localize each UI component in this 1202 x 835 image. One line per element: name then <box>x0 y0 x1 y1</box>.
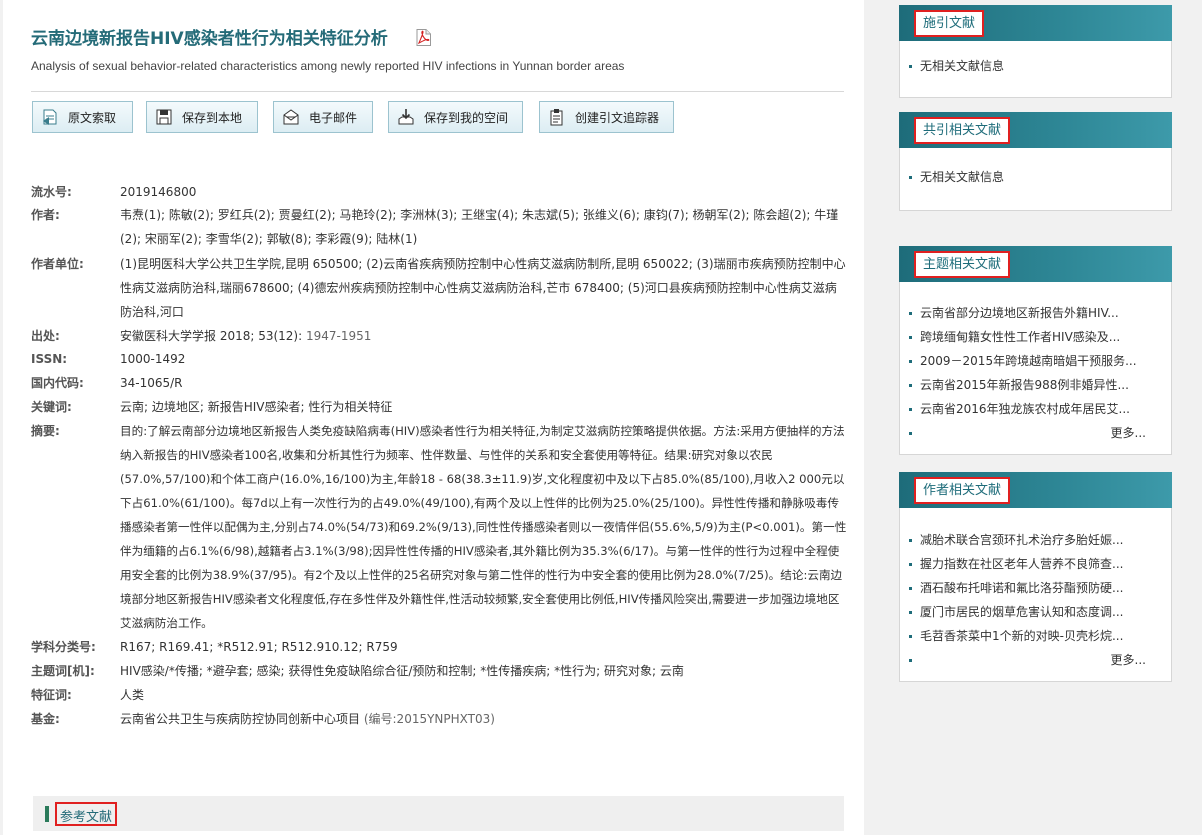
field-label: 特征词: <box>31 688 72 702</box>
field-label: 学科分类号: <box>31 640 96 654</box>
email-label: 电子邮件 <box>309 110 358 125</box>
field-label: 基金: <box>31 712 60 726</box>
panel-body: 减胎术联合宫颈环扎术治疗多胎妊娠... 握力指数在社区老年人营养不良筛查... … <box>899 508 1172 682</box>
citing-panel: 施引文献 无相关文献信息 <box>899 5 1172 98</box>
related-link[interactable]: 厦门市居民的烟草危害认知和态度调... <box>900 600 1171 624</box>
fund-name: 云南省公共卫生与疾病防控协同创新中心项目 <box>120 712 361 726</box>
panel-header: 施引文献 <box>899 5 1172 41</box>
related-link[interactable]: 云南省2016年独龙族农村成年居民艾... <box>900 397 1171 421</box>
list-item: 无相关文献信息 <box>900 165 1171 189</box>
english-subtitle: Analysis of sexual behavior-related char… <box>31 59 625 73</box>
field-value: 云南省公共卫生与疾病防控协同创新中心项目 (编号:2015YNPHXT03) <box>120 707 848 731</box>
divider <box>31 91 844 92</box>
document-request-icon <box>43 109 57 125</box>
author-related-panel: 作者相关文献 减胎术联合宫颈环扎术治疗多胎妊娠... 握力指数在社区老年人营养不… <box>899 472 1172 682</box>
subject-terms-list[interactable]: HIV感染/*传播; *避孕套; 感染; 获得性免疫缺陷综合征/预防和控制; *… <box>120 659 848 683</box>
field-label: 流水号: <box>31 185 72 199</box>
panel-body: 云南省部分边境地区新报告外籍HIV... 跨境缅甸籍女性性工作者HIV感染及..… <box>899 282 1172 455</box>
envelope-icon <box>283 109 299 125</box>
field-label: 主题词[机]: <box>31 664 95 678</box>
field-value: 34-1065/R <box>120 376 183 390</box>
more-row: ​更多... <box>900 421 1171 445</box>
field-label: ISSN: <box>31 352 68 366</box>
panel-header: 主题相关文献 <box>899 246 1172 282</box>
more-link[interactable]: 更多... <box>1111 648 1146 672</box>
fund-code: (编号:2015YNPHXT03) <box>360 712 495 726</box>
field-value: 2019146800 <box>120 185 197 199</box>
create-citation-tracker-button[interactable]: 创建引文追踪器 <box>539 101 674 133</box>
field-value: 人类 <box>120 688 145 702</box>
email-button[interactable]: 电子邮件 <box>273 101 373 133</box>
save-local-label: 保存到本地 <box>182 110 243 125</box>
cocited-panel: 共引相关文献 无相关文献信息 <box>899 112 1172 211</box>
field-label: 关键词: <box>31 400 72 414</box>
panel-header: 共引相关文献 <box>899 112 1172 148</box>
field-value: 1000-1492 <box>120 352 186 366</box>
related-link[interactable]: 2009－2015年跨境越南暗娼干预服务... <box>900 349 1171 373</box>
panel-header: 作者相关文献 <box>899 472 1172 508</box>
create-citation-tracker-label: 创建引文追踪器 <box>575 110 660 125</box>
related-link[interactable]: 握力指数在社区老年人营养不良筛查... <box>900 552 1171 576</box>
field-label: 国内代码: <box>31 376 84 390</box>
field-value: 安徽医科大学学报 2018; 53(12): 1947-1951 <box>120 324 848 348</box>
topic-related-title[interactable]: 主题相关文献 <box>914 251 1011 278</box>
references-section-header: 参考文献 <box>33 796 844 831</box>
field-label: 摘要: <box>31 424 60 438</box>
field-value: R167; R169.41; *R512.91; R512.910.12; R7… <box>120 640 398 654</box>
related-link[interactable]: 减胎术联合宫颈环扎术治疗多胎妊娠... <box>900 528 1171 552</box>
related-link[interactable]: 云南省2015年新报告988例非婚异性... <box>900 373 1171 397</box>
save-to-space-label: 保存到我的空间 <box>424 110 509 125</box>
authors-list[interactable]: 韦焘(1); 陈敏(2); 罗红兵(2); 贾曼红(2); 马艳玲(2); 李洲… <box>120 203 848 251</box>
references-title[interactable]: 参考文献 <box>55 802 118 826</box>
citing-title[interactable]: 施引文献 <box>914 10 985 37</box>
related-link[interactable]: 云南省部分边境地区新报告外籍HIV... <box>900 301 1171 325</box>
field-label: 作者: <box>31 208 60 222</box>
field-label: 作者单位: <box>31 257 84 271</box>
page-title: 云南边境新报告HIV感染者性行为相关特征分析 <box>31 29 388 49</box>
floppy-save-icon <box>156 109 172 125</box>
request-fulltext-button[interactable]: 原文索取 <box>32 101 133 133</box>
list-item: 无相关文献信息 <box>900 54 1171 78</box>
more-row: ​更多... <box>900 648 1171 672</box>
panel-body: 无相关文献信息 <box>899 148 1172 211</box>
topic-related-panel: 主题相关文献 云南省部分边境地区新报告外籍HIV... 跨境缅甸籍女性性工作者H… <box>899 246 1172 455</box>
abstract-text: 目的:了解云南部分边境地区新报告人类免疫缺陷病毒(HIV)感染者性行为相关特征,… <box>120 424 847 630</box>
pdf-icon[interactable] <box>416 29 431 46</box>
section-marker <box>45 806 49 822</box>
cocited-title[interactable]: 共引相关文献 <box>914 117 1011 144</box>
save-to-space-button[interactable]: 保存到我的空间 <box>388 101 523 133</box>
related-link[interactable]: 跨境缅甸籍女性性工作者HIV感染及... <box>900 325 1171 349</box>
field-value: (1)昆明医科大学公共卫生学院,昆明 650500; (2)云南省疾病预防控制中… <box>120 257 846 319</box>
save-local-button[interactable]: 保存到本地 <box>146 101 258 133</box>
related-link[interactable]: 毛苕香茶菜中1个新的对映-贝壳杉烷... <box>900 624 1171 648</box>
keywords-list[interactable]: 云南; 边境地区; 新报告HIV感染者; 性行为相关特征 <box>120 395 848 419</box>
clipboard-icon <box>550 109 563 126</box>
download-tray-icon <box>398 109 414 125</box>
source-pages: 1947-1951 <box>302 329 372 343</box>
panel-body: 无相关文献信息 <box>899 41 1172 98</box>
related-link[interactable]: 酒石酸布托啡诺和氟比洛芬酯预防硬... <box>900 576 1171 600</box>
article-panel: 云南边境新报告HIV感染者性行为相关特征分析 Analysis of sexua… <box>3 0 864 835</box>
author-related-title[interactable]: 作者相关文献 <box>914 477 1011 504</box>
source-journal-link[interactable]: 安徽医科大学学报 2018; 53(12): <box>120 329 302 343</box>
field-label: 出处: <box>31 329 60 343</box>
more-link[interactable]: 更多... <box>1111 421 1146 445</box>
request-fulltext-label: 原文索取 <box>68 110 117 125</box>
